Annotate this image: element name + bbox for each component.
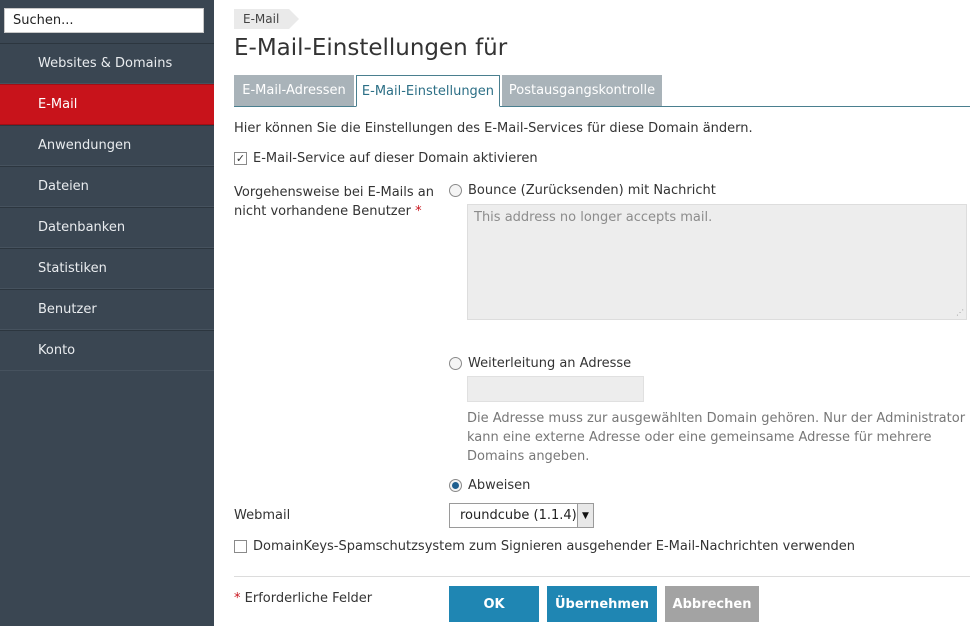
ok-button[interactable]: OK xyxy=(449,586,539,622)
tab-outgoing-control[interactable]: Postausgangskontrolle xyxy=(502,75,662,106)
cancel-button-label: Abbrechen xyxy=(672,596,752,612)
bounce-option[interactable]: Bounce (Zurücksenden) mit Nachricht xyxy=(449,183,716,198)
sidebar-item-label: Websites & Domains xyxy=(38,56,173,71)
bounce-message-textarea[interactable]: This address no longer accepts mail. ⋰ xyxy=(467,204,967,320)
webmail-select[interactable]: roundcube (1.1.4) ▼ xyxy=(449,503,594,528)
tab-bar: E-Mail-Adressen E-Mail-Einstellungen Pos… xyxy=(234,75,970,107)
sidebar: Websites & Domains E-Mail Anwendungen Da… xyxy=(0,0,214,626)
bounce-radio[interactable] xyxy=(449,184,462,197)
required-mark: * xyxy=(234,591,241,606)
sidebar-item-label: Dateien xyxy=(38,179,89,194)
bounce-message-placeholder: This address no longer accepts mail. xyxy=(474,210,713,225)
sidebar-item-applications[interactable]: Anwendungen xyxy=(0,125,214,166)
reject-option[interactable]: Abweisen xyxy=(449,478,530,493)
domainkeys-checkbox[interactable] xyxy=(234,540,247,553)
chevron-down-icon[interactable]: ▼ xyxy=(577,504,593,527)
page-title: E-Mail-Einstellungen für xyxy=(234,35,508,61)
intro-text: Hier können Sie die Einstellungen des E-… xyxy=(234,121,753,136)
sidebar-item-label: Konto xyxy=(38,343,76,358)
sidebar-item-email[interactable]: E-Mail xyxy=(0,84,214,125)
webmail-selected-value: roundcube (1.1.4) xyxy=(460,508,577,523)
apply-button[interactable]: Übernehmen xyxy=(547,586,657,622)
apply-button-label: Übernehmen xyxy=(554,596,650,612)
main-content: E-Mail E-Mail-Einstellungen für E-Mail-A… xyxy=(214,0,970,626)
tab-label: E-Mail-Einstellungen xyxy=(361,83,495,99)
divider xyxy=(234,576,970,577)
webmail-label: Webmail xyxy=(234,508,291,523)
required-mark: * xyxy=(415,204,422,219)
sidebar-item-label: Datenbanken xyxy=(38,220,126,235)
sidebar-item-databases[interactable]: Datenbanken xyxy=(0,207,214,248)
enable-mail-checkbox[interactable]: ✓ xyxy=(234,152,247,165)
ok-button-label: OK xyxy=(483,596,505,612)
tab-label: Postausgangskontrolle xyxy=(508,83,656,98)
sidebar-item-label: Statistiken xyxy=(38,261,107,276)
forward-option[interactable]: Weiterleitung an Adresse xyxy=(449,356,631,371)
sidebar-item-label: Anwendungen xyxy=(38,138,132,153)
required-fields-text: Erforderliche Felder xyxy=(244,591,373,606)
sidebar-item-label: E-Mail xyxy=(38,97,78,112)
domainkeys-label: DomainKeys-Spamschutzsystem zum Signiere… xyxy=(253,539,856,554)
sidebar-nav: Websites & Domains E-Mail Anwendungen Da… xyxy=(0,43,214,371)
sidebar-item-users[interactable]: Benutzer xyxy=(0,289,214,330)
search-box[interactable] xyxy=(4,8,204,33)
forward-address-input[interactable] xyxy=(467,376,644,402)
enable-mail-row[interactable]: ✓ E-Mail-Service auf dieser Domain aktiv… xyxy=(234,151,538,166)
breadcrumb[interactable]: E-Mail xyxy=(234,9,300,29)
radio-selected-dot xyxy=(452,482,459,489)
tab-label: E-Mail-Adressen xyxy=(242,83,346,98)
nonexistent-users-label: Vorgehensweise bei E-Mails an nicht vorh… xyxy=(234,183,434,221)
tab-email-settings[interactable]: E-Mail-Einstellungen xyxy=(356,75,500,107)
forward-label: Weiterleitung an Adresse xyxy=(468,356,632,371)
sidebar-item-statistics[interactable]: Statistiken xyxy=(0,248,214,289)
search-input[interactable] xyxy=(5,9,203,32)
enable-mail-label: E-Mail-Service auf dieser Domain aktivie… xyxy=(253,151,538,166)
sidebar-item-label: Benutzer xyxy=(38,302,97,317)
domainkeys-row[interactable]: DomainKeys-Spamschutzsystem zum Signiere… xyxy=(234,539,855,554)
nonexistent-users-label-text: Vorgehensweise bei E-Mails an nicht vorh… xyxy=(234,185,435,219)
bounce-label: Bounce (Zurücksenden) mit Nachricht xyxy=(468,183,716,198)
forward-radio[interactable] xyxy=(449,357,462,370)
forward-hint: Die Adresse muss zur ausgewählten Domain… xyxy=(467,411,966,464)
required-fields-note: * Erforderliche Felder xyxy=(234,591,372,606)
sidebar-item-account[interactable]: Konto xyxy=(0,330,214,371)
sidebar-item-files[interactable]: Dateien xyxy=(0,166,214,207)
reject-label: Abweisen xyxy=(468,478,531,493)
sidebar-item-websites-domains[interactable]: Websites & Domains xyxy=(0,43,214,84)
breadcrumb-item[interactable]: E-Mail xyxy=(243,12,279,26)
resize-grip-icon[interactable]: ⋰ xyxy=(956,308,964,317)
cancel-button[interactable]: Abbrechen xyxy=(665,586,759,622)
tab-email-addresses[interactable]: E-Mail-Adressen xyxy=(234,75,354,106)
reject-radio[interactable] xyxy=(449,479,462,492)
